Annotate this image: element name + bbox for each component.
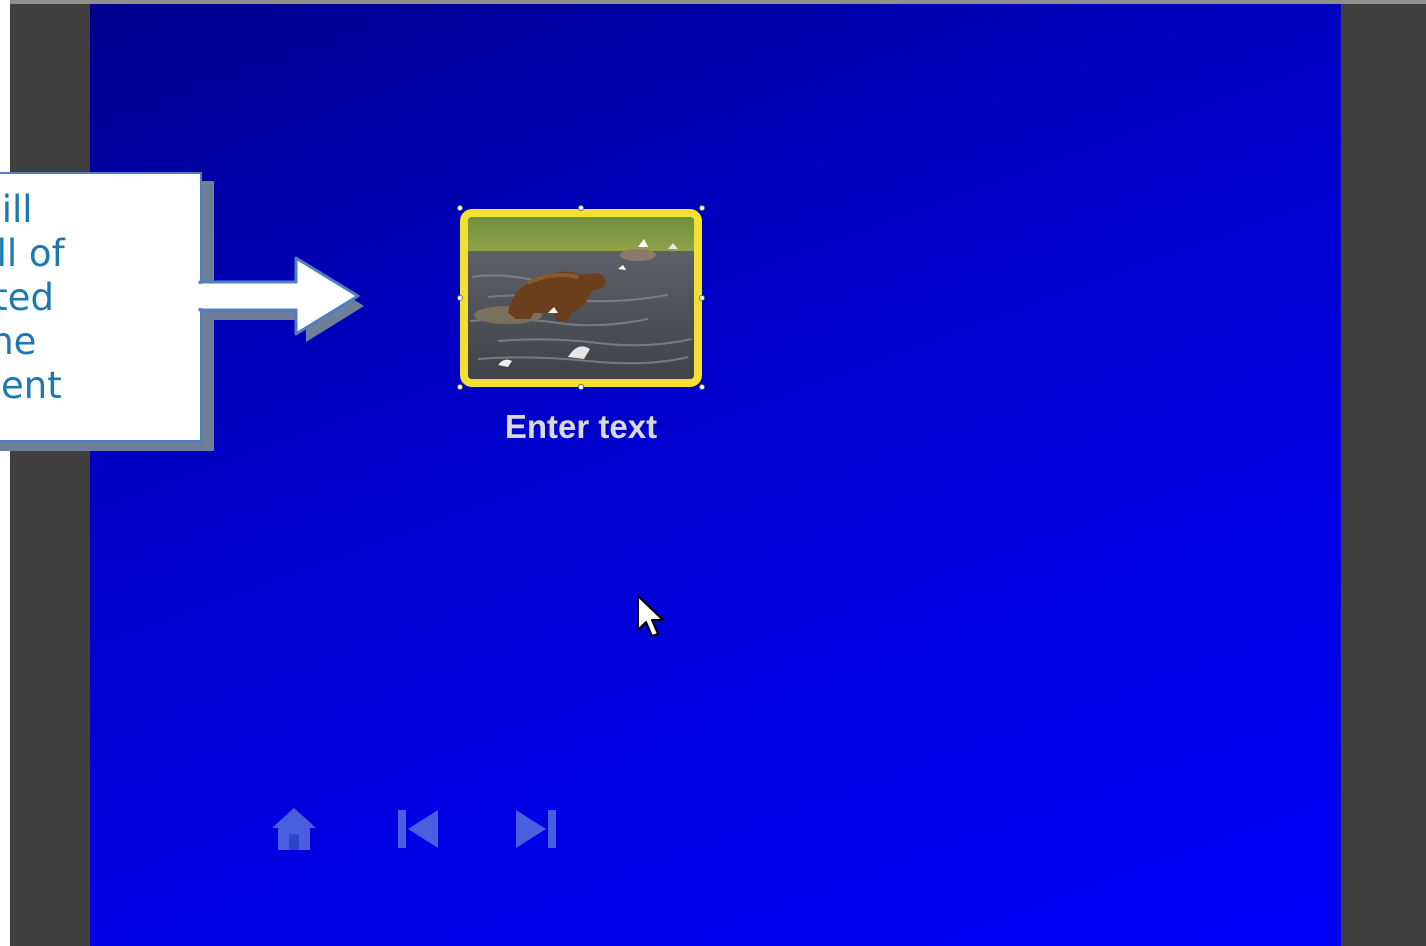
callout-line: e all of [0, 232, 65, 275]
skip-back-icon[interactable] [394, 806, 442, 852]
instruction-callout: will e all of ected one ement [0, 172, 202, 442]
mouse-cursor-icon [637, 595, 664, 637]
left-letterbox [10, 4, 90, 946]
callout-line: ected [0, 276, 54, 319]
callout-line: ement [0, 364, 62, 407]
preview-window: Enter text will e all of ected one ement [0, 0, 1426, 946]
callout-text: will e all of ected one ement [0, 188, 122, 408]
right-letterbox [1341, 4, 1426, 946]
callout-line: will [0, 188, 33, 231]
selection-handle[interactable] [578, 384, 584, 390]
selection-handle[interactable] [699, 205, 705, 211]
menu-stage: Enter text [90, 4, 1341, 946]
skip-forward-icon[interactable] [512, 806, 560, 852]
home-icon[interactable] [270, 806, 318, 852]
thumbnail-caption[interactable]: Enter text [460, 408, 702, 446]
scene-thumbnail-button[interactable] [460, 209, 702, 387]
bear-in-river-photo-icon [468, 217, 694, 379]
callout-line: one [0, 320, 37, 363]
callout-arrow-icon [196, 256, 364, 342]
selection-handle[interactable] [457, 295, 463, 301]
selection-handle[interactable] [457, 205, 463, 211]
selection-handle[interactable] [578, 205, 584, 211]
selection-handle[interactable] [699, 384, 705, 390]
selection-handle[interactable] [699, 295, 705, 301]
selection-handle[interactable] [457, 384, 463, 390]
